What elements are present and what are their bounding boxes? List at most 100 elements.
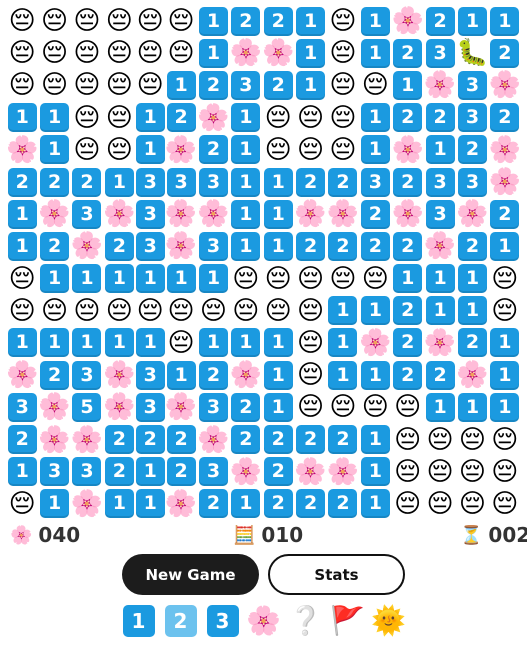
flower-icon[interactable]: 🌸: [246, 604, 281, 637]
board-cell[interactable]: 🌸: [230, 456, 262, 488]
board-cell[interactable]: 2: [103, 423, 135, 455]
board-cell[interactable]: 🌸: [392, 5, 424, 37]
question-icon[interactable]: ❔: [288, 604, 323, 637]
board-cell[interactable]: 1: [135, 488, 165, 520]
board-cell[interactable]: 2: [327, 423, 359, 455]
board-cell[interactable]: 1: [489, 327, 521, 359]
board-cell[interactable]: 1: [6, 327, 38, 359]
board-cell[interactable]: 😔: [489, 263, 521, 295]
board-cell[interactable]: 1: [489, 391, 521, 423]
board-cell[interactable]: 🌸: [71, 488, 103, 520]
board-cell[interactable]: 2: [230, 423, 262, 455]
board-cell[interactable]: 1: [230, 134, 262, 166]
board-cell[interactable]: 🌸: [38, 423, 70, 455]
board-cell[interactable]: 1: [135, 102, 165, 134]
board-cell[interactable]: 1: [359, 37, 391, 69]
board-cell[interactable]: 2: [424, 102, 456, 134]
board-cell[interactable]: 😔: [424, 423, 456, 455]
board-cell[interactable]: 3: [135, 359, 165, 391]
board-cell[interactable]: 2: [197, 69, 229, 101]
board-cell[interactable]: 5: [71, 391, 103, 423]
board-cell[interactable]: 🌸: [424, 230, 456, 262]
board-cell[interactable]: 😔: [103, 134, 135, 166]
board-cell[interactable]: 😔: [262, 102, 294, 134]
board-cell[interactable]: 1: [359, 102, 391, 134]
board-cell[interactable]: 1: [38, 102, 70, 134]
board-cell[interactable]: 1: [392, 263, 424, 295]
board-cell[interactable]: 1: [103, 263, 135, 295]
board-cell[interactable]: 1: [392, 69, 424, 101]
board-cell[interactable]: 1: [197, 327, 229, 359]
board-cell[interactable]: 😔: [6, 5, 38, 37]
board-cell[interactable]: 1: [359, 359, 391, 391]
board-cell[interactable]: 1: [6, 198, 38, 230]
board-cell[interactable]: 1: [359, 488, 391, 520]
board-cell[interactable]: 3: [230, 69, 262, 101]
board-cell[interactable]: 1: [197, 5, 229, 37]
board-cell[interactable]: 😔: [489, 423, 521, 455]
board-cell[interactable]: 3: [71, 359, 103, 391]
board-cell[interactable]: 😔: [327, 134, 359, 166]
board-cell[interactable]: 2: [489, 198, 521, 230]
board-cell[interactable]: 😔: [392, 488, 424, 520]
board-cell[interactable]: 1: [38, 263, 70, 295]
board-cell[interactable]: 🌸: [392, 198, 424, 230]
board-cell[interactable]: 2: [135, 423, 165, 455]
board-cell[interactable]: 🌸: [392, 134, 424, 166]
board-cell[interactable]: 2: [392, 359, 424, 391]
board-cell[interactable]: 2: [456, 327, 488, 359]
board-cell[interactable]: 3: [6, 391, 38, 423]
board-cell[interactable]: 1: [262, 166, 294, 198]
board-cell[interactable]: 2: [456, 134, 488, 166]
board-cell[interactable]: 😔: [103, 102, 135, 134]
board-cell[interactable]: 2: [165, 423, 197, 455]
board-cell[interactable]: 😔: [38, 5, 70, 37]
board-cell[interactable]: 🌸: [38, 198, 70, 230]
board-cell[interactable]: 3: [135, 166, 165, 198]
board-cell[interactable]: 2: [262, 69, 294, 101]
board-cell[interactable]: 😔: [6, 488, 38, 520]
board-cell[interactable]: 😔: [456, 456, 488, 488]
board-cell[interactable]: 1: [327, 327, 359, 359]
tile-3-swatch[interactable]: 3: [206, 604, 239, 637]
board-cell[interactable]: 1: [294, 5, 326, 37]
board-cell[interactable]: 🌸: [489, 166, 521, 198]
board-cell[interactable]: 😔: [262, 263, 294, 295]
board-cell[interactable]: 1: [135, 327, 165, 359]
board-cell[interactable]: 😔: [262, 295, 294, 327]
board-cell[interactable]: 1: [230, 230, 262, 262]
board-cell[interactable]: 3: [71, 456, 103, 488]
board-cell[interactable]: 2: [262, 423, 294, 455]
board-cell[interactable]: 😔: [6, 37, 38, 69]
board-cell[interactable]: 1: [456, 295, 488, 327]
board-cell[interactable]: 1: [103, 327, 135, 359]
board-cell[interactable]: 3: [71, 198, 103, 230]
board-cell[interactable]: 1: [165, 263, 197, 295]
board-cell[interactable]: 😔: [38, 69, 70, 101]
board-cell[interactable]: 1: [71, 327, 103, 359]
board-cell[interactable]: 3: [197, 230, 229, 262]
board-cell[interactable]: 😔: [262, 134, 294, 166]
board-cell[interactable]: 😔: [71, 37, 103, 69]
board-cell[interactable]: 😔: [327, 69, 359, 101]
board-cell[interactable]: 2: [392, 230, 424, 262]
board-cell[interactable]: 1: [327, 359, 359, 391]
board-cell[interactable]: 🌸: [489, 69, 521, 101]
board-cell[interactable]: 3: [197, 166, 229, 198]
board-cell[interactable]: 🌸: [103, 391, 135, 423]
board-cell[interactable]: 2: [6, 423, 38, 455]
board-cell[interactable]: 2: [424, 359, 456, 391]
board-cell[interactable]: 1: [489, 5, 521, 37]
board-cell[interactable]: 2: [262, 5, 294, 37]
board-cell[interactable]: 1: [424, 391, 456, 423]
board-cell[interactable]: 1: [6, 230, 38, 262]
board-cell[interactable]: 1: [38, 488, 70, 520]
board-cell[interactable]: 😔: [38, 37, 70, 69]
board-cell[interactable]: 1: [197, 263, 229, 295]
board-cell[interactable]: 🌸: [71, 423, 103, 455]
board-cell[interactable]: 1: [230, 327, 262, 359]
board-cell[interactable]: 😔: [71, 295, 103, 327]
board-cell[interactable]: 1: [359, 134, 391, 166]
board-cell[interactable]: 1: [262, 198, 294, 230]
board-cell[interactable]: 3: [197, 456, 229, 488]
